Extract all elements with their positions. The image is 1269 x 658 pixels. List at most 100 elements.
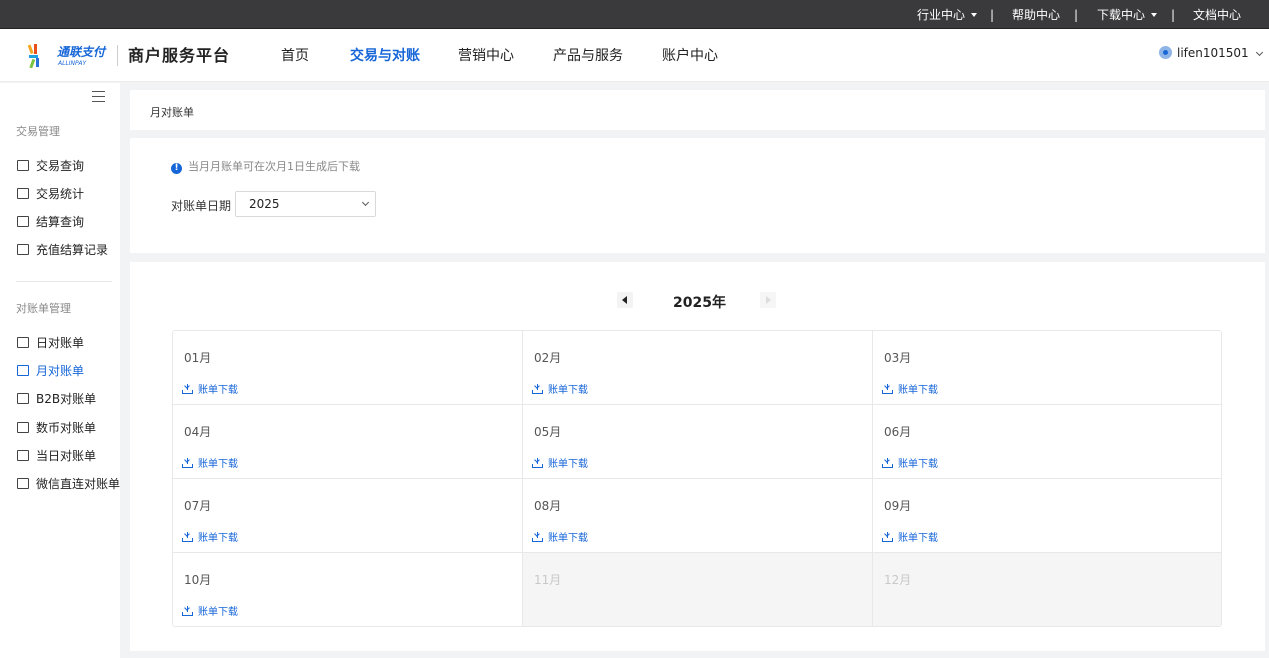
sidebar-item-monthly-statement[interactable]: 月对账单 bbox=[17, 362, 84, 380]
download-statement-link[interactable]: 账单下载 bbox=[182, 529, 238, 544]
prev-year-button[interactable] bbox=[617, 292, 633, 308]
download-label: 账单下载 bbox=[548, 385, 588, 396]
sidebar-item-label: 结算查询 bbox=[36, 215, 85, 229]
nav-account-center[interactable]: 账户中心 bbox=[662, 45, 718, 65]
month-label: 04月 bbox=[184, 425, 212, 439]
download-statement-link[interactable]: 账单下载 bbox=[882, 455, 938, 470]
nav-home[interactable]: 首页 bbox=[281, 45, 309, 65]
month-label: 02月 bbox=[534, 351, 562, 365]
top-utility-bar: 行业中心 | 帮助中心 | 下载中心 | 文档中心 bbox=[0, 0, 1269, 29]
info-icon: ! bbox=[171, 163, 182, 174]
month-cell: 06月账单下载 bbox=[873, 405, 1221, 479]
sidebar: 交易管理 交易查询 交易统计 结算查询 充值结算记录 对账单管理 日对账单 月对… bbox=[0, 83, 120, 658]
month-cell: 07月账单下载 bbox=[173, 479, 523, 553]
breadcrumb: 月对账单 bbox=[130, 90, 1265, 130]
download-statement-link[interactable]: 账单下载 bbox=[182, 381, 238, 396]
month-cell: 02月账单下载 bbox=[523, 331, 873, 405]
download-label: 账单下载 bbox=[198, 459, 238, 470]
today-icon bbox=[17, 450, 29, 461]
sidebar-item-recharge-settlement[interactable]: 充值结算记录 bbox=[17, 241, 108, 259]
allinpay-logo[interactable]: 通联支付 ALLINPAY bbox=[27, 43, 107, 69]
user-menu[interactable]: lifen101501 bbox=[1159, 46, 1263, 60]
download-statement-link[interactable]: 账单下载 bbox=[182, 455, 238, 470]
download-label: 账单下载 bbox=[198, 607, 238, 618]
caret-down-icon bbox=[971, 13, 978, 17]
month-cell: 01月 账单下载 bbox=[173, 331, 523, 405]
download-label: 账单下载 bbox=[198, 385, 238, 396]
chevron-down-icon bbox=[1255, 48, 1263, 57]
month-label: 06月 bbox=[884, 425, 912, 439]
main-header: 通联支付 ALLINPAY 商户服务平台 首页 交易与对账 营销中心 产品与服务… bbox=[0, 29, 1269, 82]
download-icon bbox=[882, 458, 893, 468]
sidebar-item-transaction-stats[interactable]: 交易统计 bbox=[17, 185, 84, 203]
chevron-down-icon bbox=[361, 198, 370, 207]
download-statement-link[interactable]: 账单下载 bbox=[532, 381, 588, 396]
month-cell: 04月账单下载 bbox=[173, 405, 523, 479]
topbar-separator: | bbox=[990, 8, 995, 22]
download-label: 账单下载 bbox=[198, 533, 238, 544]
nav-transactions-reconciliation[interactable]: 交易与对账 bbox=[350, 45, 420, 65]
download-statement-link[interactable]: 账单下载 bbox=[532, 455, 588, 470]
day-bill-icon bbox=[17, 337, 29, 348]
calendar-icon bbox=[17, 160, 29, 171]
docs-center-link[interactable]: 文档中心 bbox=[1193, 0, 1241, 29]
card-icon bbox=[17, 216, 29, 227]
month-calendar-panel: 2025年 01月 账单下载 02月 账单下载 03月 账单下载 04月 账单下载 05月 账单下… bbox=[130, 262, 1265, 651]
download-label: 账单下载 bbox=[548, 459, 588, 470]
download-icon bbox=[882, 532, 893, 542]
month-label: 09月 bbox=[884, 499, 912, 513]
sidebar-item-label: 当日对账单 bbox=[36, 449, 97, 463]
download-center-menu[interactable]: 下载中心 bbox=[1097, 0, 1158, 29]
sidebar-item-daily-statement[interactable]: 日对账单 bbox=[17, 334, 84, 352]
exchange-icon bbox=[17, 422, 29, 433]
download-statement-link[interactable]: 账单下载 bbox=[882, 381, 938, 396]
sidebar-item-label: 交易查询 bbox=[36, 159, 85, 173]
month-label: 05月 bbox=[534, 425, 562, 439]
month-cell: 03月账单下载 bbox=[873, 331, 1221, 405]
wallet-icon bbox=[17, 365, 29, 376]
month-cell: 11月 bbox=[523, 553, 873, 626]
month-label: 03月 bbox=[884, 351, 912, 365]
nav-marketing-center[interactable]: 营销中心 bbox=[458, 45, 514, 65]
download-icon bbox=[182, 606, 193, 616]
download-icon bbox=[882, 384, 893, 394]
sidebar-item-transaction-query[interactable]: 交易查询 bbox=[17, 157, 84, 175]
download-label: 账单下载 bbox=[898, 385, 938, 396]
username: lifen101501 bbox=[1177, 46, 1249, 60]
sidebar-item-settlement-query[interactable]: 结算查询 bbox=[17, 213, 84, 231]
notice-text: ! 当月月账单可在次月1日生成后下载 bbox=[171, 158, 360, 174]
download-icon bbox=[532, 384, 543, 394]
download-icon bbox=[532, 532, 543, 542]
menu-toggle-icon[interactable] bbox=[92, 91, 105, 102]
nav-products-services[interactable]: 产品与服务 bbox=[553, 45, 623, 65]
sidebar-item-label: 日对账单 bbox=[36, 336, 85, 350]
year-title: 2025年 bbox=[673, 295, 726, 311]
clipboard-icon bbox=[17, 244, 29, 255]
month-label: 07月 bbox=[184, 499, 212, 513]
sidebar-item-wechat-direct-statement[interactable]: 微信直连对账单 bbox=[17, 475, 120, 493]
allinpay-logo-icon: 通联支付 ALLINPAY bbox=[27, 44, 107, 69]
industry-center-menu[interactable]: 行业中心 bbox=[917, 0, 978, 29]
month-cell: 10月 账单下载 bbox=[173, 553, 523, 626]
month-cell: 05月账单下载 bbox=[523, 405, 873, 479]
sidebar-item-same-day-statement[interactable]: 当日对账单 bbox=[17, 447, 96, 465]
platform-title: 商户服务平台 bbox=[128, 46, 231, 65]
next-year-button[interactable] bbox=[760, 292, 776, 308]
download-icon bbox=[532, 458, 543, 468]
year-select[interactable]: 2025 bbox=[235, 191, 376, 217]
help-center-link[interactable]: 帮助中心 bbox=[1012, 0, 1060, 29]
sidebar-group-title: 交易管理 bbox=[16, 125, 60, 138]
sidebar-item-label: 数币对账单 bbox=[36, 421, 97, 435]
topbar-separator: | bbox=[1171, 8, 1176, 22]
download-statement-link[interactable]: 账单下载 bbox=[532, 529, 588, 544]
download-statement-link[interactable]: 账单下载 bbox=[182, 603, 238, 618]
sidebar-item-label: B2B对账单 bbox=[36, 392, 97, 406]
sidebar-item-b2b-statement[interactable]: B2B对账单 bbox=[17, 390, 96, 408]
sidebar-item-label: 微信直连对账单 bbox=[36, 477, 121, 491]
download-icon bbox=[182, 458, 193, 468]
download-statement-link[interactable]: 账单下载 bbox=[882, 529, 938, 544]
sidebar-item-label: 月对账单 bbox=[36, 364, 85, 378]
download-icon bbox=[182, 384, 193, 394]
sidebar-item-digital-currency-statement[interactable]: 数币对账单 bbox=[17, 419, 96, 437]
statement-date-label: 对账单日期 bbox=[171, 199, 232, 213]
